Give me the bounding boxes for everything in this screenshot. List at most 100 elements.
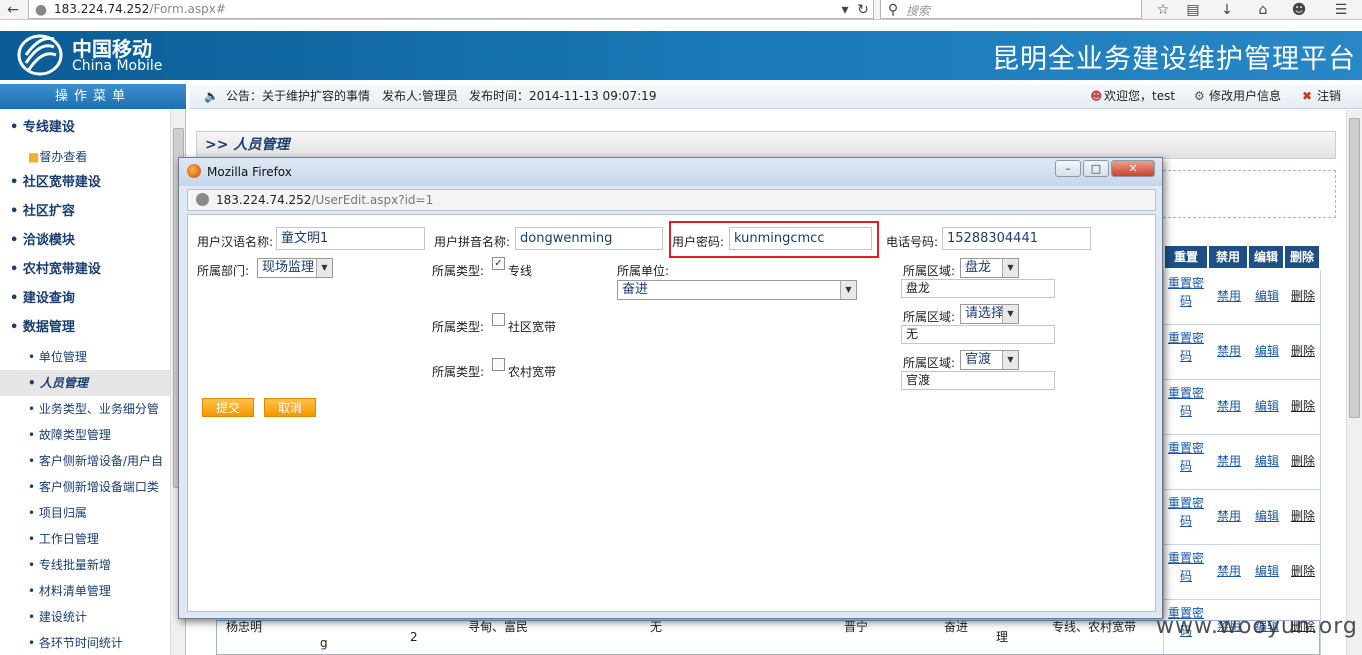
edit-link[interactable]: 编辑 (1250, 287, 1284, 305)
sidebar-item-xiangmu[interactable]: • 项目归属 (0, 500, 172, 526)
area-text-3[interactable]: 官渡 (901, 371, 1055, 390)
area-select-3[interactable]: 官渡 ▼ (960, 350, 1019, 370)
type-checkbox-zhuanxian[interactable]: ✓ (492, 257, 505, 270)
disable-link[interactable]: 禁用 (1212, 287, 1246, 305)
delete-link[interactable]: 删除 (1286, 342, 1320, 360)
submit-button[interactable]: 提交 (202, 398, 254, 417)
search-placeholder: 搜索 (906, 4, 931, 18)
minimize-icon[interactable]: – (1055, 160, 1081, 177)
delete-link[interactable]: 删除 (1286, 287, 1320, 305)
delete-link[interactable]: 删除 (1286, 507, 1320, 525)
search-icon: ⚲ (887, 2, 899, 18)
area-text-2[interactable]: 无 (901, 325, 1055, 344)
reload-icon[interactable]: ↻ (854, 1, 872, 19)
menu-icon[interactable]: ☰ (1332, 1, 1350, 19)
logo-text-en: China Mobile (72, 58, 163, 74)
reset-password-link[interactable]: 重置密码 (1166, 439, 1206, 475)
type-label-3: 所属类型: (432, 365, 485, 379)
delete-link[interactable]: 删除 (1286, 452, 1320, 470)
edit-link[interactable]: 编辑 (1250, 507, 1284, 525)
address-text: 183.224.74.252/Form.aspx# (54, 2, 226, 16)
sidebar-item-huanjie[interactable]: • 各环节时间统计 (0, 630, 172, 655)
chat-icon[interactable]: ☻ (1290, 1, 1308, 19)
china-mobile-logo-icon (17, 34, 63, 76)
globe-icon (196, 193, 209, 206)
edit-link[interactable]: 编辑 (1250, 397, 1284, 415)
reset-password-link[interactable]: 重置密码 (1166, 329, 1206, 365)
type-checkbox-shequ[interactable] (492, 313, 505, 326)
notice-publisher: 发布人:管理员 (382, 89, 459, 103)
disable-link[interactable]: 禁用 (1212, 562, 1246, 580)
sidebar-item-shequ[interactable]: • 社区宽带建设 (0, 170, 172, 196)
sidebar-item-cailiao[interactable]: • 材料清单管理 (0, 578, 172, 604)
main-scrollbar[interactable] (1346, 110, 1362, 655)
watermark: www.wooyun.org (1156, 614, 1358, 639)
popup-titlebar[interactable]: Mozilla Firefox – □ ✕ (179, 158, 1162, 186)
reset-password-link[interactable]: 重置密码 (1166, 384, 1206, 420)
sidebar-item-piliang[interactable]: • 专线批量新增 (0, 552, 172, 578)
user-icon: ☻ (1090, 89, 1103, 103)
sidebar-item-zhuanxian[interactable]: • 专线建设 (0, 115, 172, 141)
phone-input[interactable]: 15288304441 (942, 227, 1091, 250)
disable-link[interactable]: 禁用 (1212, 507, 1246, 525)
sidebar-item-yewu[interactable]: • 业务类型、业务细分管 (0, 396, 172, 422)
notice-time: 发布时间：2014-11-13 09:07:19 (469, 89, 657, 103)
reset-password-link[interactable]: 重置密码 (1166, 549, 1206, 585)
delete-link[interactable]: 删除 (1286, 397, 1320, 415)
back-icon[interactable]: ← (4, 1, 22, 19)
notice-text[interactable]: 公告：关于维护扩容的事情 (226, 84, 370, 109)
area-select-2[interactable]: 请选择 ▼ (960, 304, 1019, 324)
popup-url-path: /UserEdit.aspx?id=1 (311, 193, 434, 207)
maximize-icon[interactable]: □ (1083, 160, 1109, 177)
type-option-zhuanxian: 专线 (508, 264, 533, 278)
sidebar-item-danwei[interactable]: • 单位管理 (0, 344, 172, 370)
bookmark-star-icon[interactable]: ☆ (1154, 1, 1172, 19)
edit-link[interactable]: 编辑 (1250, 452, 1284, 470)
sidebar-item-renyuan[interactable]: • 人员管理 (0, 370, 172, 396)
area-select-1[interactable]: 盘龙 ▼ (960, 258, 1019, 278)
reading-list-icon[interactable]: ▤ (1184, 1, 1202, 19)
reset-password-link[interactable]: 重置密码 (1166, 494, 1206, 530)
close-icon[interactable]: ✕ (1111, 160, 1155, 177)
dropdown-icon[interactable]: ▾ (836, 1, 854, 19)
col-header-reset: 重置 (1165, 246, 1207, 268)
sidebar-item-qiatan[interactable]: • 洽谈模块 (0, 228, 172, 254)
pinyin-input[interactable]: dongwenming (515, 227, 663, 250)
sidebar-item-guzhang[interactable]: • 故障类型管理 (0, 422, 172, 448)
welcome-text: 欢迎您，test (1104, 89, 1176, 103)
disable-link[interactable]: 禁用 (1212, 452, 1246, 470)
area-text-1[interactable]: 盘龙 (901, 279, 1055, 298)
type-checkbox-nongcun[interactable] (492, 358, 505, 371)
download-icon[interactable]: ↓ (1218, 1, 1236, 19)
edit-link[interactable]: 编辑 (1250, 562, 1284, 580)
dept-select[interactable]: 现场监理 ▼ (257, 258, 333, 278)
edit-user-link[interactable]: 修改用户信息 (1209, 84, 1281, 109)
disable-link[interactable]: 禁用 (1212, 397, 1246, 415)
sidebar-item-shuju[interactable]: • 数据管理 (0, 315, 172, 341)
globe-icon: ● (34, 2, 48, 18)
home-icon[interactable]: ⌂ (1254, 1, 1272, 19)
cancel-button[interactable]: 取消 (264, 398, 316, 417)
bottom-row-area: 晋宁 (844, 620, 869, 634)
logout-link[interactable]: 注销 (1317, 84, 1341, 109)
delete-link[interactable]: 删除 (1286, 562, 1320, 580)
disable-link[interactable]: 禁用 (1212, 342, 1246, 360)
sidebar-item-duban[interactable]: ■督办查看 (0, 144, 172, 170)
sidebar-item-duankou[interactable]: • 客户侧新增设备端口类 (0, 474, 172, 500)
main-scroll-thumb[interactable] (1349, 118, 1360, 418)
sidebar-item-kuorong[interactable]: • 社区扩容 (0, 199, 172, 225)
sidebar-item-gongzuori[interactable]: • 工作日管理 (0, 526, 172, 552)
col-header-disable: 禁用 (1209, 246, 1247, 268)
type-label-2: 所属类型: (432, 320, 485, 334)
sidebar-item-shebei[interactable]: • 客户侧新增设备/用户自 (0, 448, 172, 474)
unit-label: 所属单位: (617, 264, 670, 278)
sidebar-item-chaxun[interactable]: • 建设查询 (0, 286, 172, 312)
name-input[interactable]: 童文明1 (276, 227, 425, 250)
unit-select[interactable]: 奋进 ▼ (617, 280, 857, 300)
sidebar-item-tongji[interactable]: • 建设统计 (0, 604, 172, 630)
col-header-edit: 编辑 (1249, 246, 1283, 268)
area-label-1: 所属区域: (903, 264, 956, 278)
sidebar-item-nongcun[interactable]: • 农村宽带建设 (0, 257, 172, 283)
reset-password-link[interactable]: 重置密码 (1166, 274, 1206, 310)
edit-link[interactable]: 编辑 (1250, 342, 1284, 360)
